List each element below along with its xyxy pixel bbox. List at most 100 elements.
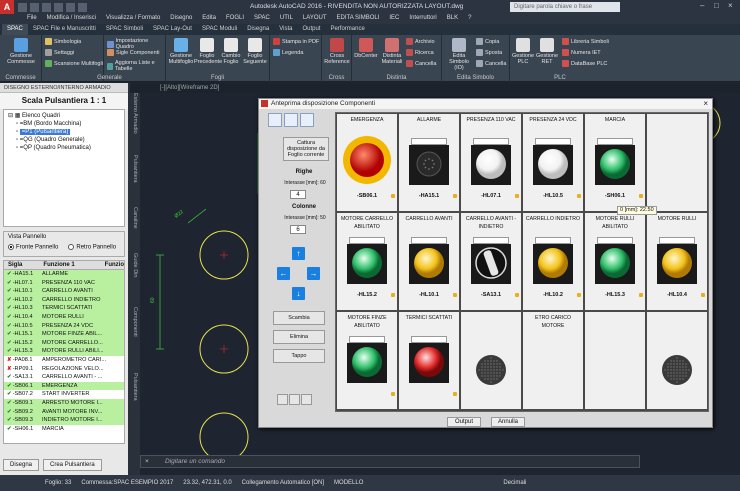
menu-item[interactable]: Visualizza / Formato [101, 14, 165, 24]
menu-item[interactable]: Interruttori [404, 14, 441, 24]
menu-item[interactable]: Modifica / Inserisci [42, 14, 101, 24]
table-row[interactable]: ✔-SH06.1 MARCIA [4, 425, 124, 434]
table-row[interactable]: ✔-SB09.3 INDIETRO MOTORE I... [4, 416, 124, 425]
tab-spac-simboli[interactable]: SPAC Simboli [101, 24, 148, 35]
vtab[interactable]: Esterno Armadio [132, 93, 138, 134]
legenda-button[interactable]: Legenda [273, 49, 303, 56]
gestione-plc-button[interactable]: Gestione PLC [511, 38, 535, 65]
table-row[interactable]: ✔-HL10.2 CARRELLO INDIETRO [4, 295, 124, 305]
component-cell[interactable] [461, 312, 521, 409]
foglio-seguente-button[interactable]: Foglio Seguente [242, 38, 268, 65]
vtab[interactable]: Pulsantiera [132, 155, 138, 183]
table-row[interactable]: ✔-HL15.1 MOTORE FINZE ABIL... [4, 330, 124, 339]
search-input[interactable]: Digitare parola chiave o frase [510, 2, 620, 12]
menu-item[interactable]: FOGLI [221, 14, 249, 24]
menu-item[interactable]: ? [463, 14, 476, 24]
status-decimali[interactable]: Decimali [498, 480, 531, 486]
table-row[interactable]: ✔-HL07.1 PRESENZA 110 VAC [4, 278, 124, 288]
table-row[interactable]: ✔-HL10.3 TERMICI SCATTATI [4, 304, 124, 313]
open-icon[interactable] [30, 2, 39, 12]
vtab[interactable]: Componenti [132, 307, 138, 337]
cattura-button[interactable]: Cattura disposizione da Foglio corrente [283, 137, 329, 161]
component-cell[interactable]: CARRELLO AVANTI - INDIETRO -SA13.1 [461, 213, 521, 310]
menu-item[interactable]: SPAC [249, 14, 275, 24]
fronte-pannello-radio[interactable]: Fronte Pannello [8, 244, 58, 251]
component-cell[interactable]: ETRO CARICO MOTORE [523, 312, 583, 409]
menu-item[interactable]: EDITA SIMBOLI [331, 14, 384, 24]
tab-vista[interactable]: Vista [274, 24, 297, 35]
tab-spac-moduli[interactable]: SPAC Moduli [197, 24, 242, 35]
table-row[interactable]: ✔-SB07.2 START INVERTER [4, 390, 124, 399]
menu-item[interactable]: Disegno [165, 14, 197, 24]
table-row[interactable]: ✔-SB06.1 EMERGENZA [4, 381, 124, 391]
righe-stepper[interactable]: 4 [290, 190, 306, 199]
gestione-ret-button[interactable]: Gestione RET [535, 38, 559, 65]
menu-item[interactable]: IEC [384, 14, 404, 24]
table-row[interactable]: ✘-PA08.1 AMPEROMETRO CARI... [4, 356, 124, 365]
tab-disegna[interactable]: Disegna [242, 24, 274, 35]
minimize-icon[interactable]: – [700, 1, 704, 10]
component-cell[interactable]: TERMICI SCATTATI [399, 312, 459, 409]
status-collegamento[interactable]: Collegamento Automatico [ON] [237, 480, 329, 486]
tree-item-selected[interactable]: ▫ =P1 (Pulsantiera) [8, 128, 120, 136]
table-row[interactable]: ✔-SB09.2 AVANTI MOTORE INV... [4, 407, 124, 417]
table-row[interactable]: ✔-HL10.4 MOTORE RULLI [4, 312, 124, 322]
database-plc-button[interactable]: DataBase PLC [562, 60, 607, 67]
table-row[interactable]: ✔-HL15.2 MOTORE CARRELLO... [4, 338, 124, 348]
archivio-button[interactable]: Archivio [406, 38, 435, 45]
autocad-logo-icon[interactable]: A [0, 0, 14, 14]
close-icon[interactable]: × [703, 99, 708, 108]
component-cell[interactable]: ALLARME -HA15.1 [399, 114, 459, 211]
component-cell[interactable]: MOTORE RULLI -HL10.4 [647, 213, 707, 310]
maximize-icon[interactable]: □ [714, 1, 719, 10]
arrow-left-icon[interactable]: ← [277, 267, 290, 280]
tab-spac-file[interactable]: SPAC File e Manuscritti [28, 24, 101, 35]
tree-root[interactable]: ⊟ ▦ Elenco Quadri [8, 112, 120, 120]
tab-output[interactable]: Output [297, 24, 325, 35]
component-cell[interactable]: CARRELLO AVANTI -HL10.1 [399, 213, 459, 310]
cambio-foglio-button[interactable]: Cambio Foglio [220, 38, 242, 65]
fit-icon[interactable] [301, 394, 312, 405]
close-icon[interactable]: × [728, 1, 733, 10]
menu-item[interactable]: UTIL [275, 14, 298, 24]
sigle-componenti-button[interactable]: Sigle Componenti [107, 49, 159, 56]
cross-reference-button[interactable]: Cross Reference [323, 38, 351, 65]
table-row[interactable]: ✔-HL15.3 MOTORE RULLI ABILI... [4, 347, 124, 356]
ricerca-button[interactable]: Ricerca [406, 49, 434, 56]
viewport-label[interactable]: [-][Alto][Wireframe 2D] [130, 83, 740, 93]
print-icon[interactable] [54, 2, 63, 12]
output-button[interactable]: Output [447, 417, 481, 427]
save-icon[interactable] [284, 113, 298, 127]
edita-simbolo-button[interactable]: Edita Simbolo (IO) [444, 38, 474, 71]
distinta-materiali-button[interactable]: Distinta Materiali [379, 38, 405, 65]
cancella-distinta-button[interactable]: Cancella [406, 60, 436, 67]
simbologia-button[interactable]: Simbologia [45, 38, 81, 45]
vtab[interactable]: Pulsantiera [132, 373, 138, 401]
table-row[interactable]: ✔-HL10.1 CARRELLO AVANTI [4, 287, 124, 296]
scambia-button[interactable]: Scambia [273, 311, 325, 325]
arrow-up-icon[interactable]: ↑ [292, 247, 305, 260]
menu-item[interactable]: LAYOUT [298, 14, 332, 24]
tree-item[interactable]: ▫ =QP (Quadro Pneumatica) [8, 144, 120, 152]
annulla-button[interactable]: Annulla [491, 417, 525, 427]
tab-spac-layout[interactable]: SPAC Lay-Out [148, 24, 197, 35]
component-cell[interactable]: PRESENZA 110 VAC -HL07.1 [461, 114, 521, 211]
tree-item[interactable]: ▫ =QG (Quadro Generale) [8, 136, 120, 144]
gestione-multifoglio-button[interactable]: Gestione Multifoglio [168, 38, 194, 65]
table-row[interactable]: ✔-SB09.1 ARRESTO MOTORE I... [4, 398, 124, 408]
arrow-down-icon[interactable]: ↓ [292, 287, 305, 300]
scansione-button[interactable]: Scansione Multifogli [45, 60, 103, 67]
vtab[interactable]: Guide Din [132, 253, 138, 277]
gestione-commesse-button[interactable]: Gestione Commesse [4, 38, 38, 65]
component-cell[interactable] [647, 114, 707, 211]
component-cell[interactable]: PRESENZA 24 VDC -HL10.5 [523, 114, 583, 211]
disegna-button[interactable]: Disegna [3, 459, 40, 471]
tree-item[interactable]: ▫ =BM (Bordo Macchina) [8, 120, 120, 128]
dbcenter-button[interactable]: DbCenter [353, 38, 379, 59]
table-row[interactable]: ✔-HL10.5 PRESENZA 24 VDC [4, 321, 124, 331]
arrow-right-icon[interactable]: → [307, 267, 320, 280]
aggiorna-button[interactable]: Aggiorna Liste e Tabelle [107, 60, 165, 72]
component-cell[interactable] [647, 312, 707, 409]
close-icon[interactable]: × [145, 456, 149, 468]
component-cell[interactable]: CARRELLO INDIETRO -HL10.2 [523, 213, 583, 310]
